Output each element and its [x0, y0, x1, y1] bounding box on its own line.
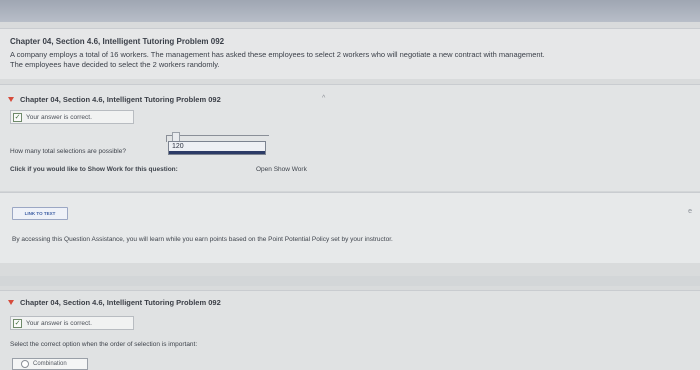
- intro-line-1: A company employs a total of 16 workers.…: [10, 50, 545, 59]
- expand-triangle-icon-2[interactable]: [8, 300, 14, 305]
- link-to-text-button[interactable]: LINK TO TEXT: [12, 207, 68, 220]
- q2-section-header[interactable]: Chapter 04, Section 4.6, Intelligent Tut…: [8, 298, 221, 307]
- assistance-panel: [0, 192, 700, 263]
- assistance-note: By accessing this Question Assistance, y…: [12, 236, 393, 243]
- q1-question: How many total selections are possible?: [10, 148, 126, 155]
- q2-status-box: ✓ Your answer is correct.: [10, 316, 134, 330]
- answer-value: 120: [172, 143, 184, 150]
- check-icon: ✓: [13, 112, 22, 122]
- check-icon-2: ✓: [13, 318, 22, 328]
- radio-icon[interactable]: [21, 360, 29, 368]
- intro-line-2: The employees have decided to select the…: [10, 60, 220, 69]
- show-work-prompt: Click if you would like to Show Work for…: [10, 166, 178, 173]
- expand-triangle-icon[interactable]: [8, 97, 14, 102]
- problem-intro-panel: Chapter 04, Section 4.6, Intelligent Tut…: [0, 28, 700, 79]
- combination-label: Combination: [33, 361, 67, 367]
- q2-question: Select the correct option when the order…: [10, 341, 198, 348]
- combination-option[interactable]: Combination: [12, 358, 88, 370]
- top-band: [0, 0, 700, 22]
- open-show-work-link[interactable]: Open Show Work: [256, 166, 307, 173]
- intro-title: Chapter 04, Section 4.6, Intelligent Tut…: [10, 37, 225, 46]
- answer-input[interactable]: 120: [168, 141, 266, 155]
- q2-status-text: Your answer is correct.: [26, 319, 92, 327]
- q1-status-text: Your answer is correct.: [26, 113, 92, 121]
- help-icon[interactable]: e: [688, 208, 692, 215]
- caret-up-icon: ^: [322, 95, 326, 102]
- divider-strip-2: [0, 276, 700, 286]
- q1-section-header[interactable]: Chapter 04, Section 4.6, Intelligent Tut…: [8, 95, 221, 104]
- q1-status-box: ✓ Your answer is correct.: [10, 110, 134, 124]
- q2-header-text: Chapter 04, Section 4.6, Intelligent Tut…: [20, 298, 221, 307]
- q1-header-text: Chapter 04, Section 4.6, Intelligent Tut…: [20, 95, 221, 104]
